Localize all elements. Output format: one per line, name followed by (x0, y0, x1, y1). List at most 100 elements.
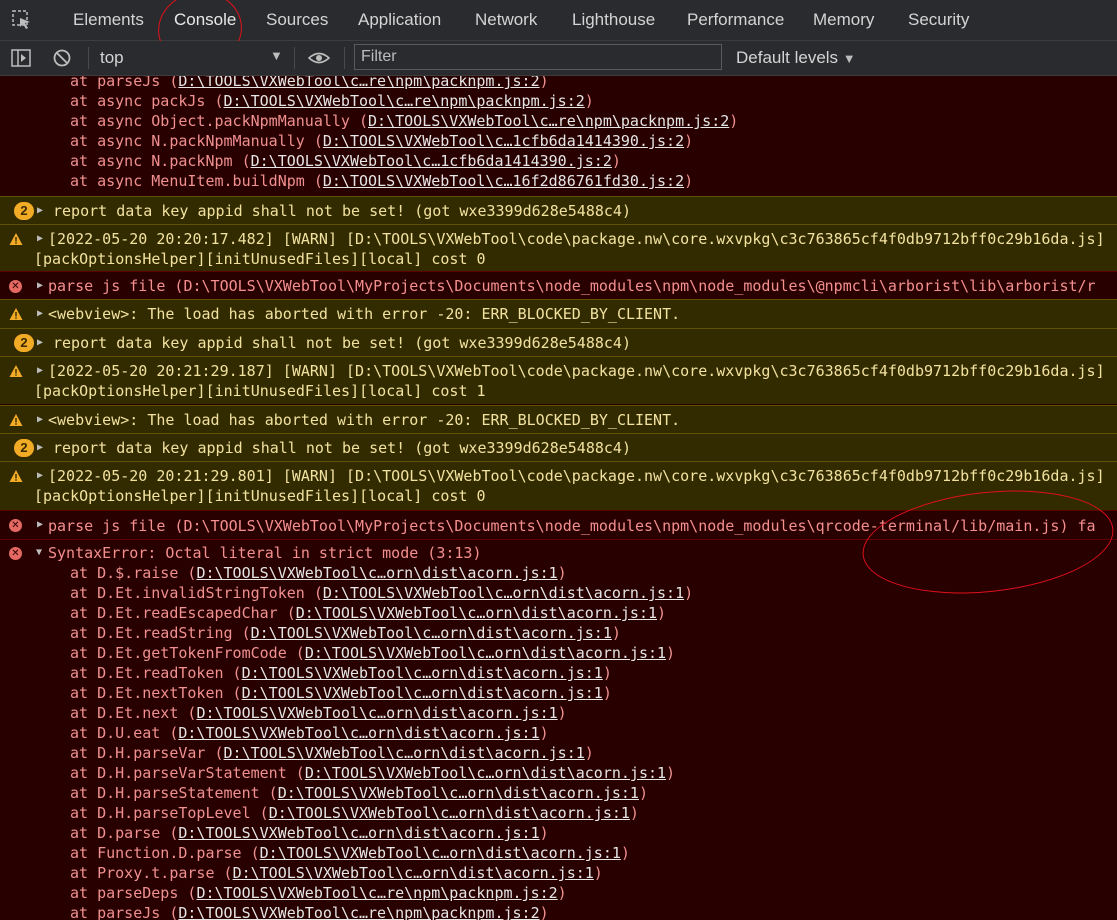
source-link[interactable]: D:\TOOLS\VXWebTool\c…orn\dist\acorn.js:1 (178, 824, 539, 842)
source-link[interactable]: D:\TOOLS\VXWebTool\c…orn\dist\acorn.js:1 (233, 864, 594, 882)
source-link[interactable]: D:\TOOLS\VXWebTool\c…orn\dist\acorn.js:1 (269, 804, 630, 822)
stack-frame: at D.U.eat (D:\TOOLS\VXWebTool\c…orn\dis… (70, 724, 549, 742)
source-link[interactable]: D:\TOOLS\VXWebTool\c…orn\dist\acorn.js:1 (224, 744, 585, 762)
expand-triangle-icon[interactable]: ▶ (37, 470, 43, 481)
source-link[interactable]: D:\TOOLS\VXWebTool\c…re\npm\packnpm.js:2 (178, 904, 539, 920)
source-link[interactable]: D:\TOOLS\VXWebTool\c…orn\dist\acorn.js:1 (260, 844, 621, 862)
stack-frame: at Function.D.parse (D:\TOOLS\VXWebTool\… (70, 844, 630, 862)
console-message-error[interactable]: ✕ ▶ parse js file (D:\TOOLS\VXWebTool\My… (0, 271, 1117, 300)
tab-sources[interactable]: Sources (266, 0, 328, 40)
message-text: [packOptionsHelper][initUnusedFiles][loc… (34, 250, 486, 268)
source-link[interactable]: D:\TOOLS\VXWebTool\c…orn\dist\acorn.js:1 (242, 664, 603, 682)
source-link[interactable]: D:\TOOLS\VXWebTool\c…1cfb6da1414390.js:2 (323, 132, 684, 150)
stack-frame: at D.Et.getTokenFromCode (D:\TOOLS\VXWeb… (70, 644, 676, 662)
error-icon: ✕ (9, 547, 22, 560)
chevron-down-icon: ▼ (842, 51, 856, 66)
expand-triangle-icon[interactable]: ▶ (37, 519, 43, 530)
toolbar-divider (344, 47, 345, 69)
stack-frame: at D.H.parseVarStatement (D:\TOOLS\VXWeb… (70, 764, 676, 782)
sidebar-toggle-icon[interactable] (11, 49, 31, 67)
stack-frame: at parseDeps (D:\TOOLS\VXWebTool\c…re\np… (70, 884, 567, 902)
tab-lighthouse[interactable]: Lighthouse (572, 0, 655, 40)
stack-frame: at parseJs (D:\TOOLS\VXWebTool\c…re\npm\… (70, 904, 549, 920)
source-link[interactable]: D:\TOOLS\VXWebTool\c…orn\dist\acorn.js:1 (305, 644, 666, 662)
message-text: parse js file (D:\TOOLS\VXWebTool\MyProj… (48, 277, 1096, 295)
stack-frame: at async MenuItem.buildNpm (D:\TOOLS\VXW… (70, 172, 694, 190)
source-link[interactable]: D:\TOOLS\VXWebTool\c…1cfb6da1414390.js:2 (251, 152, 612, 170)
tab-memory[interactable]: Memory (813, 0, 874, 40)
console-message-warning[interactable]: ▶ <webview>: The load has aborted with e… (0, 299, 1117, 328)
stack-frame: at async Object.packNpmManually (D:\TOOL… (70, 112, 739, 130)
console-message-warning[interactable]: 2 ▶ report data key appid shall not be s… (0, 196, 1117, 225)
tab-application[interactable]: Application (358, 0, 441, 40)
tab-performance[interactable]: Performance (687, 0, 784, 40)
default-levels-dropdown[interactable]: Default levels ▼ (736, 48, 856, 68)
console-message-warning[interactable]: ▶ [2022-05-20 20:20:17.482] [WARN] [D:\T… (0, 224, 1117, 272)
message-text: <webview>: The load has aborted with err… (48, 411, 681, 429)
stack-frame: at D.H.parseTopLevel (D:\TOOLS\VXWebTool… (70, 804, 639, 822)
warning-icon (9, 308, 23, 320)
source-link[interactable]: D:\TOOLS\VXWebTool\c…orn\dist\acorn.js:1 (178, 724, 539, 742)
source-link[interactable]: D:\TOOLS\VXWebTool\c…orn\dist\acorn.js:1 (296, 604, 657, 622)
filter-input[interactable]: Filter (354, 44, 722, 70)
stack-frame: at parseJs (D:\TOOLS\VXWebTool\c…re\npm\… (0, 76, 1117, 91)
tab-network[interactable]: Network (475, 0, 537, 40)
source-link[interactable]: D:\TOOLS\VXWebTool\c…re\npm\packnpm.js:2 (368, 112, 729, 130)
source-link[interactable]: D:\TOOLS\VXWebTool\c…orn\dist\acorn.js:1 (196, 704, 557, 722)
source-link[interactable]: D:\TOOLS\VXWebTool\c…re\npm\packnpm.js:2 (178, 76, 539, 90)
expand-triangle-icon[interactable]: ▶ (37, 365, 43, 376)
expand-triangle-icon[interactable]: ▶ (37, 414, 43, 425)
stack-frame: at D.Et.readString (D:\TOOLS\VXWebTool\c… (70, 624, 621, 642)
stack-frame: at D.Et.invalidStringToken (D:\TOOLS\VXW… (70, 584, 694, 602)
message-text: [packOptionsHelper][initUnusedFiles][loc… (34, 382, 486, 400)
repeat-count-badge: 2 (14, 439, 34, 457)
message-text: report data key appid shall not be set! … (53, 334, 631, 352)
console-message-warning[interactable]: ▶ [2022-05-20 20:21:29.801] [WARN] [D:\T… (0, 461, 1117, 510)
expand-triangle-icon[interactable]: ▶ (37, 280, 43, 291)
source-link[interactable]: D:\TOOLS\VXWebTool\c…orn\dist\acorn.js:1 (323, 584, 684, 602)
source-link[interactable]: D:\TOOLS\VXWebTool\c…re\npm\packnpm.js:2 (196, 884, 557, 902)
devtools-tab-bar: Elements Console Sources Application Net… (0, 0, 1117, 72)
eye-icon[interactable] (308, 49, 330, 67)
console-message-warning[interactable]: ▶ <webview>: The load has aborted with e… (0, 405, 1117, 434)
message-text: [2022-05-20 20:21:29.187] [WARN] [D:\TOO… (48, 362, 1105, 380)
tab-security[interactable]: Security (908, 0, 969, 40)
expand-triangle-icon[interactable]: ▶ (37, 205, 43, 216)
stack-frame: at D.H.parseVar (D:\TOOLS\VXWebTool\c…or… (70, 744, 594, 762)
toolbar-divider (88, 47, 89, 69)
repeat-count-badge: 2 (14, 202, 34, 220)
console-toolbar: top ▼ Filter Default levels ▼ (0, 41, 1117, 76)
warning-icon (9, 365, 23, 377)
message-text: report data key appid shall not be set! … (53, 439, 631, 457)
stack-frame: at D.$.raise (D:\TOOLS\VXWebTool\c…orn\d… (70, 564, 567, 582)
source-link[interactable]: D:\TOOLS\VXWebTool\c…re\npm\packnpm.js:2 (224, 92, 585, 110)
inspect-element-icon[interactable] (12, 10, 32, 30)
source-link[interactable]: D:\TOOLS\VXWebTool\c…orn\dist\acorn.js:1 (305, 764, 666, 782)
console-message-warning[interactable]: ▶ [2022-05-20 20:21:29.187] [WARN] [D:\T… (0, 356, 1117, 404)
source-link[interactable]: D:\TOOLS\VXWebTool\c…orn\dist\acorn.js:1 (278, 784, 639, 802)
console-output: at parseJs (D:\TOOLS\VXWebTool\c…re\npm\… (0, 76, 1117, 920)
source-link[interactable]: D:\TOOLS\VXWebTool\c…orn\dist\acorn.js:1 (242, 684, 603, 702)
expand-triangle-icon[interactable]: ▶ (37, 442, 43, 453)
error-icon: ✕ (9, 280, 22, 293)
expand-triangle-icon[interactable]: ▶ (37, 233, 43, 244)
source-link[interactable]: D:\TOOLS\VXWebTool\c…16f2d86761fd30.js:2 (323, 172, 684, 190)
tab-elements[interactable]: Elements (73, 0, 144, 40)
clear-console-icon[interactable] (52, 49, 72, 67)
collapse-triangle-icon[interactable]: ▼ (36, 547, 42, 558)
source-link[interactable]: D:\TOOLS\VXWebTool\c…orn\dist\acorn.js:1 (196, 564, 557, 582)
console-message-warning[interactable]: 2 ▶ report data key appid shall not be s… (0, 433, 1117, 462)
expand-triangle-icon[interactable]: ▶ (37, 308, 43, 319)
console-message-warning[interactable]: 2 ▶ report data key appid shall not be s… (0, 328, 1117, 357)
warning-icon (9, 414, 23, 426)
source-link[interactable]: D:\TOOLS\VXWebTool\c…orn\dist\acorn.js:1 (251, 624, 612, 642)
context-selector[interactable]: top (100, 48, 124, 68)
tab-console[interactable]: Console (174, 0, 236, 40)
context-dropdown-icon[interactable]: ▼ (270, 48, 283, 63)
toolbar-divider (294, 47, 295, 69)
stack-frame: at D.Et.nextToken (D:\TOOLS\VXWebTool\c…… (70, 684, 612, 702)
stack-frame: at async N.packNpmManually (D:\TOOLS\VXW… (70, 132, 694, 150)
stack-frame: at D.Et.readToken (D:\TOOLS\VXWebTool\c…… (70, 664, 612, 682)
console-message-error[interactable]: ✕ ▶ parse js file (D:\TOOLS\VXWebTool\My… (0, 510, 1117, 539)
expand-triangle-icon[interactable]: ▶ (37, 337, 43, 348)
